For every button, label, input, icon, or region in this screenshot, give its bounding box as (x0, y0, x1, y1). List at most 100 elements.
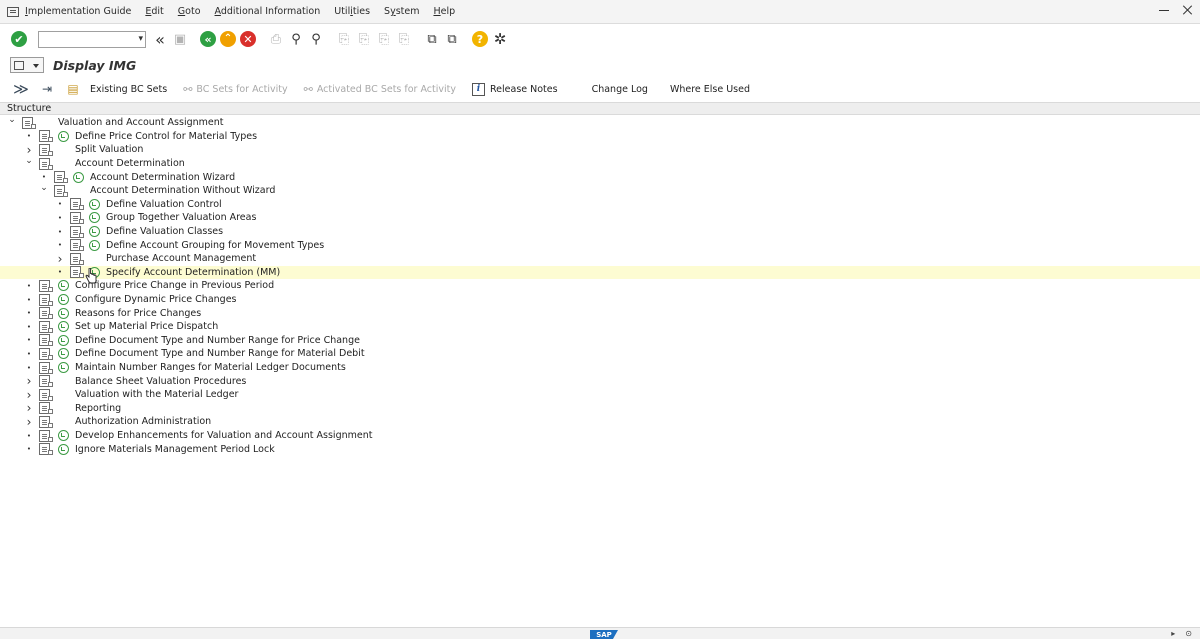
tree-node-label[interactable]: Define Price Control for Material Types (75, 131, 257, 142)
chevron-down-icon[interactable]: ⌄ (8, 115, 16, 125)
menu-item[interactable]: Additional Information (215, 6, 321, 17)
command-input[interactable] (39, 31, 131, 47)
chevron-right-icon[interactable]: › (25, 388, 33, 402)
menu-item[interactable]: Goto (178, 6, 201, 17)
help-button[interactable]: ? (471, 30, 489, 48)
execute-activity-icon[interactable] (58, 307, 69, 319)
chevron-right-icon[interactable]: › (56, 252, 64, 266)
execute-activity-icon[interactable] (58, 443, 69, 455)
documentation-icon[interactable] (39, 130, 53, 143)
transport-icon[interactable]: ▤ (64, 81, 82, 97)
tree-node[interactable]: • Define Account Grouping for Movement Ty… (0, 238, 1200, 252)
documentation-icon[interactable] (39, 157, 53, 170)
tree-node-label[interactable]: Reasons for Price Changes (75, 308, 201, 319)
tree-node-label[interactable]: Specify Account Determination (MM) (106, 267, 280, 278)
execute-activity-icon[interactable] (58, 430, 69, 442)
back-button[interactable]: « (199, 30, 217, 48)
chevron-right-icon[interactable]: › (25, 143, 33, 157)
documentation-icon[interactable] (39, 347, 53, 360)
tree-node-label[interactable]: Purchase Account Management (106, 253, 256, 264)
close-icon[interactable] (1182, 4, 1194, 16)
tree-node[interactable]: • Define Valuation Classes (0, 225, 1200, 239)
existing-bc-sets-button[interactable]: Existing BC Sets (90, 84, 167, 95)
tree-node-label[interactable]: Set up Material Price Dispatch (75, 321, 218, 332)
menu-item[interactable]: Implementation Guide (25, 6, 131, 17)
execute-activity-icon[interactable] (89, 212, 100, 224)
tree-node[interactable]: • Set up Material Price Dispatch (0, 320, 1200, 334)
execute-activity-icon[interactable] (58, 130, 69, 142)
tree-node[interactable]: › Balance Sheet Valuation Procedures (0, 374, 1200, 388)
tree-node-label[interactable]: Define Valuation Control (106, 199, 222, 210)
tree-node-label[interactable]: Authorization Administration (75, 416, 211, 427)
tree-node[interactable]: • Define Valuation Control (0, 198, 1200, 212)
tree-node[interactable]: • Specify Account Determination (MM) (0, 265, 1200, 280)
tree-node-label[interactable]: Group Together Valuation Areas (106, 212, 256, 223)
tree-node-label[interactable]: Develop Enhancements for Valuation and A… (75, 430, 372, 441)
documentation-icon[interactable] (70, 225, 84, 238)
execute-activity-icon[interactable] (58, 334, 69, 346)
change-log-button[interactable]: Change Log (592, 84, 648, 95)
tree-node-label[interactable]: Maintain Number Ranges for Material Ledg… (75, 362, 346, 373)
tree-node[interactable]: • Develop Enhancements for Valuation and … (0, 429, 1200, 443)
find-icon[interactable]: ⚲ (287, 30, 305, 48)
documentation-icon[interactable] (70, 239, 84, 252)
execute-activity-icon[interactable] (89, 239, 100, 251)
documentation-icon[interactable] (70, 211, 84, 224)
status-expand-icon[interactable]: ▸ (1171, 629, 1175, 638)
menu-item[interactable]: Edit (145, 6, 163, 17)
title-menu-button[interactable] (10, 57, 44, 73)
tree-node[interactable]: • Maintain Number Ranges for Material Led… (0, 361, 1200, 375)
app-menu-icon[interactable] (7, 6, 19, 17)
documentation-icon[interactable] (39, 334, 53, 347)
chevron-right-icon[interactable]: › (25, 415, 33, 429)
expand-all-icon[interactable]: ≫ (12, 80, 30, 98)
tree-node[interactable]: › Purchase Account Management (0, 252, 1200, 266)
documentation-icon[interactable] (39, 293, 53, 306)
documentation-icon[interactable] (39, 375, 53, 388)
enter-button[interactable]: ✔ (10, 30, 28, 48)
exit-button[interactable]: ⌃ (219, 30, 237, 48)
collapse-command-icon[interactable]: « (151, 30, 169, 49)
tree-node-label[interactable]: Configure Price Change in Previous Perio… (75, 280, 274, 291)
tree-node[interactable]: • Configure Dynamic Price Changes (0, 293, 1200, 307)
chevron-right-icon[interactable]: › (25, 401, 33, 415)
execute-activity-icon[interactable] (58, 280, 69, 292)
documentation-icon[interactable] (39, 402, 53, 415)
execute-activity-icon[interactable] (73, 171, 84, 183)
expand-subtree-icon[interactable]: ⇥ (38, 81, 56, 97)
execute-activity-icon[interactable] (89, 226, 100, 238)
tree-node-label[interactable]: Define Valuation Classes (106, 226, 223, 237)
documentation-icon[interactable] (39, 279, 53, 292)
tree-node[interactable]: › Reporting (0, 401, 1200, 415)
minimize-icon[interactable] (1158, 4, 1170, 16)
tree-node[interactable]: • Group Together Valuation Areas (0, 211, 1200, 225)
cancel-button[interactable]: ✕ (239, 30, 257, 48)
documentation-icon[interactable] (39, 443, 53, 456)
execute-activity-icon[interactable] (58, 294, 69, 306)
documentation-icon[interactable] (22, 116, 36, 129)
documentation-icon[interactable] (39, 388, 53, 401)
documentation-icon[interactable] (39, 143, 53, 156)
menu-item[interactable]: System (384, 6, 419, 17)
execute-activity-icon[interactable] (89, 198, 100, 210)
new-session-icon[interactable]: ⧉ (423, 30, 441, 48)
tree-node[interactable]: ⌄ Valuation and Account Assignment (0, 115, 1200, 130)
tree-node-label[interactable]: Configure Dynamic Price Changes (75, 294, 237, 305)
tree-node-label[interactable]: Define Document Type and Number Range fo… (75, 335, 360, 346)
documentation-icon[interactable] (39, 361, 53, 374)
tree-node[interactable]: ⌄ Account Determination (0, 156, 1200, 171)
tree-node-label[interactable]: Balance Sheet Valuation Procedures (75, 376, 246, 387)
chevron-right-icon[interactable]: › (25, 374, 33, 388)
where-else-used-button[interactable]: Where Else Used (670, 84, 750, 95)
tree-node[interactable]: › Valuation with the Material Ledger (0, 388, 1200, 402)
tree-node[interactable]: › Split Valuation (0, 143, 1200, 157)
tree-node-label[interactable]: Ignore Materials Management Period Lock (75, 444, 275, 455)
documentation-icon[interactable] (70, 198, 84, 211)
tree-node[interactable]: • Define Document Type and Number Range f… (0, 334, 1200, 348)
chevron-down-icon[interactable]: ⌄ (25, 156, 33, 166)
documentation-icon[interactable] (54, 184, 68, 197)
execute-activity-icon[interactable] (58, 348, 69, 360)
execute-activity-icon[interactable] (58, 362, 69, 374)
menu-item[interactable]: Utilities (334, 6, 370, 17)
tree-node[interactable]: • Reasons for Price Changes (0, 306, 1200, 320)
